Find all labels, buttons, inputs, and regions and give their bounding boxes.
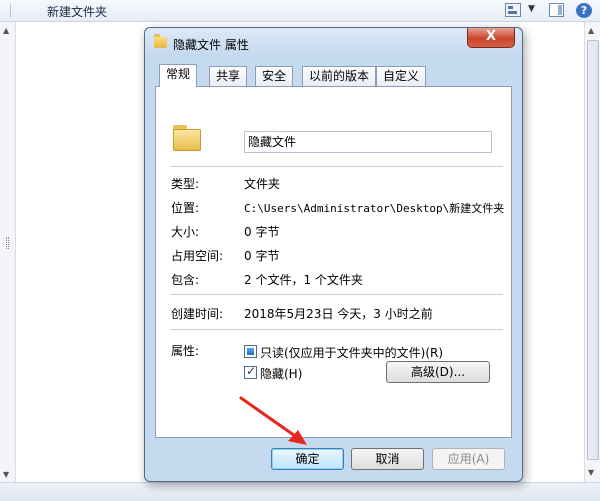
location-value: C:\Users\Administrator\Desktop\新建文件夹 (244, 202, 505, 215)
attributes-label: 属性: (171, 344, 200, 358)
readonly-checkbox[interactable] (244, 345, 257, 358)
readonly-checkbox-label[interactable]: 只读(仅应用于文件夹中的文件)(R) (260, 344, 443, 361)
size-on-disk-label: 占用空间: (171, 249, 224, 263)
ok-button[interactable]: 确定 (271, 448, 344, 470)
view-dropdown-arrow-icon[interactable]: ▼ (528, 4, 535, 14)
tab-sharing[interactable]: 共享 (209, 66, 248, 86)
splitter-grip-icon[interactable] (6, 237, 9, 249)
scroll-up-icon[interactable]: ▲ (588, 26, 594, 35)
hidden-checkbox[interactable] (244, 364, 257, 379)
folder-icon (173, 125, 201, 151)
created-value: 2018年5月23日 今天，3 小时之前 (244, 307, 433, 321)
dialog-titlebar[interactable]: 隐藏文件 属性 X (145, 28, 522, 58)
size-label: 大小: (171, 225, 200, 239)
advanced-button[interactable]: 高级(D)... (386, 361, 490, 383)
folder-name-input[interactable]: 隐藏文件 (244, 131, 492, 153)
type-label: 类型: (171, 177, 200, 191)
cancel-button[interactable]: 取消 (351, 448, 424, 470)
hidden-checkbox-label[interactable]: 隐藏(H) (260, 365, 302, 382)
content-scrollbar[interactable]: ▲ ▼ (584, 22, 600, 482)
contains-label: 包含: (171, 273, 200, 287)
apply-button[interactable]: 应用(A) (432, 448, 505, 470)
change-view-icon[interactable] (505, 3, 521, 17)
tab-customize[interactable]: 自定义 (376, 66, 427, 86)
dialog-title: 隐藏文件 属性 (173, 38, 249, 52)
details-pane (0, 482, 600, 501)
navigation-pane-scrollbar[interactable]: ▲ ▼ (0, 22, 16, 482)
created-label: 创建时间: (171, 307, 224, 321)
general-tab-panel: 隐藏文件 类型: 文件夹 位置: C:\Users\Administrator\… (155, 86, 512, 438)
contains-value: 2 个文件，1 个文件夹 (244, 273, 363, 287)
scrollbar-thumb[interactable] (587, 40, 599, 460)
size-on-disk-value: 0 字节 (244, 249, 280, 263)
toolbar-separator (10, 4, 11, 18)
scroll-down-icon[interactable]: ▼ (588, 468, 594, 477)
help-icon[interactable]: ? (576, 3, 592, 18)
properties-dialog: 隐藏文件 属性 X 常规 共享 安全 以前的版本 自定义 隐藏文件 类型: 文件… (144, 27, 523, 482)
location-label: 位置: (171, 201, 200, 215)
folder-icon (154, 34, 167, 48)
explorer-folder-title: 新建文件夹 (47, 5, 108, 19)
preview-pane-icon[interactable] (549, 3, 564, 17)
size-value: 0 字节 (244, 225, 280, 239)
divider (170, 294, 503, 295)
divider (170, 329, 503, 330)
divider (170, 166, 503, 167)
scroll-down-icon[interactable]: ▼ (3, 470, 9, 479)
tab-previous-versions[interactable]: 以前的版本 (302, 66, 377, 86)
explorer-toolbar: 新建文件夹 ▼ ? (0, 0, 600, 22)
scroll-up-icon[interactable]: ▲ (3, 26, 9, 35)
close-button[interactable]: X (467, 28, 515, 48)
tab-security[interactable]: 安全 (255, 66, 294, 86)
tab-general[interactable]: 常规 (159, 64, 198, 87)
type-value: 文件夹 (244, 177, 281, 191)
